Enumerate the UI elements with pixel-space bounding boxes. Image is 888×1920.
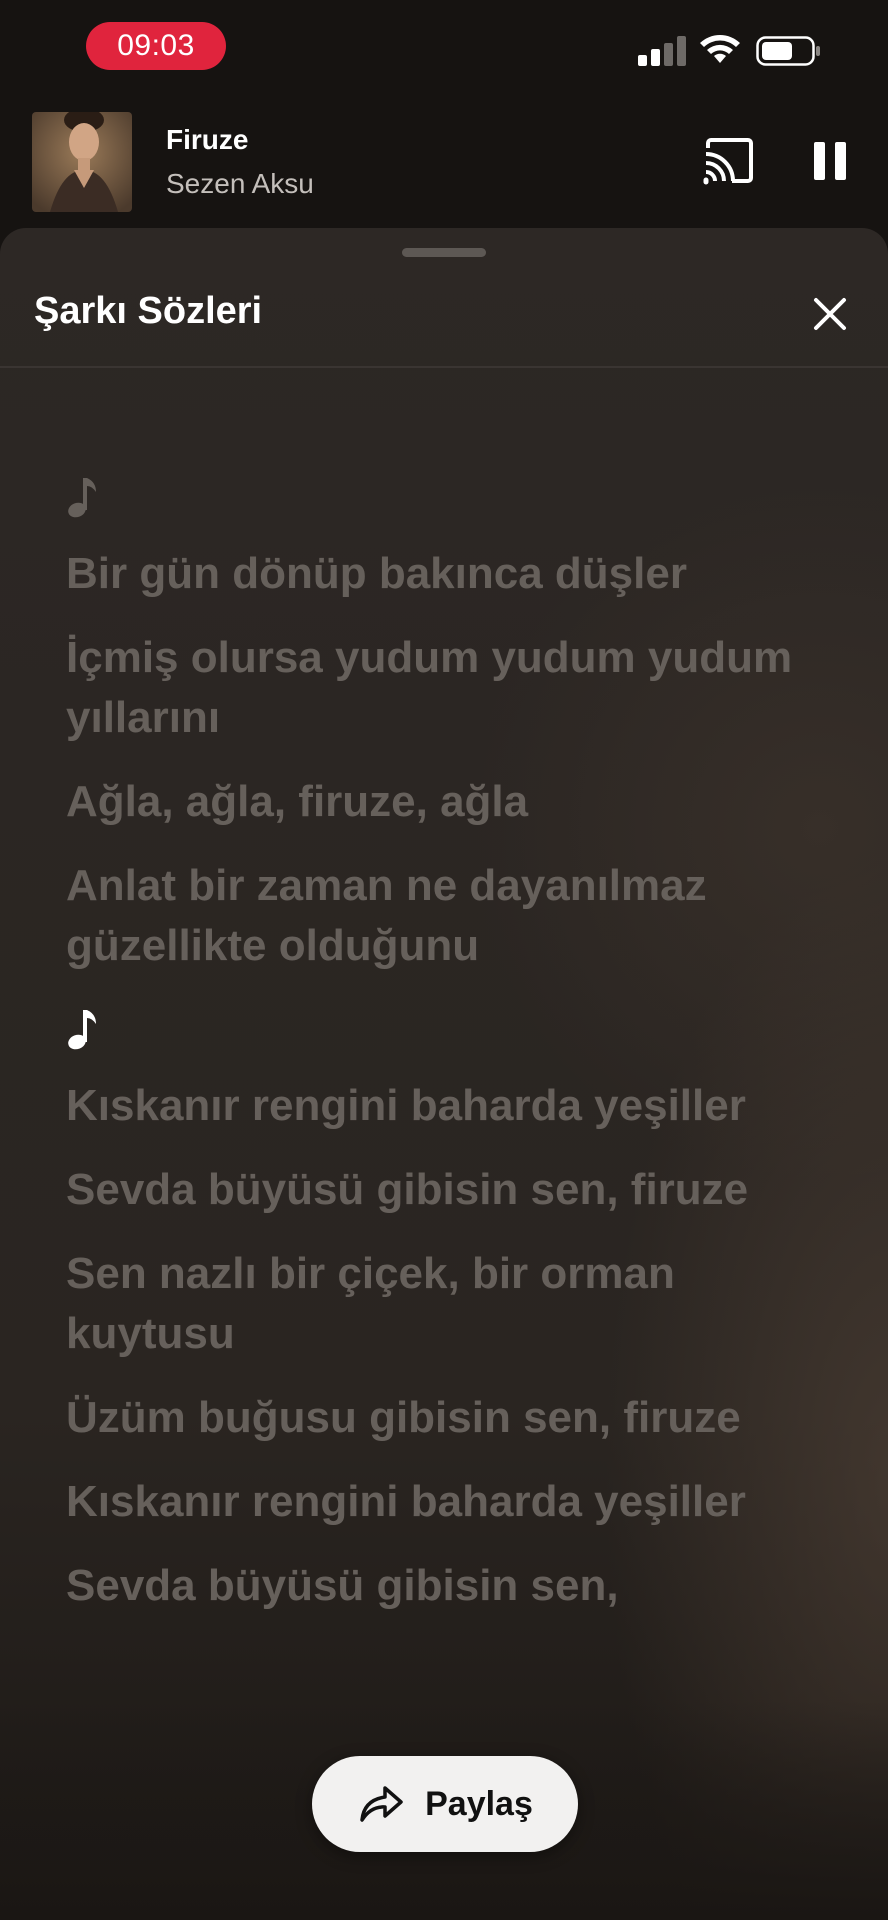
album-art[interactable] — [32, 112, 132, 212]
sheet-grabber[interactable] — [402, 248, 486, 257]
lyric-line[interactable]: Sevda büyüsü gibisin sen, — [66, 1556, 826, 1616]
lyric-line[interactable]: Ağla, ağla, firuze, ağla — [66, 772, 826, 832]
battery-icon — [756, 36, 820, 66]
music-note-icon — [68, 478, 96, 518]
sheet-divider — [0, 366, 888, 368]
cellular-signal-icon — [638, 36, 686, 66]
lyric-line[interactable]: Sen nazlı bir çiçek, bir orman kuytusu — [66, 1244, 826, 1364]
sheet-title: Şarkı Sözleri — [34, 290, 263, 332]
lyric-line[interactable]: İçmiş olursa yudum yudum yudum yıllarını — [66, 628, 826, 748]
lyric-line[interactable]: Anlat bir zaman ne dayanılmaz güzellikte… — [66, 856, 826, 976]
share-icon — [360, 1786, 403, 1822]
lyric-line[interactable]: Kıskanır rengini baharda yeşiller — [66, 1472, 826, 1532]
lyric-line[interactable]: Kıskanır rengini baharda yeşiller — [66, 1076, 826, 1136]
pause-icon[interactable] — [810, 136, 850, 186]
lyric-line[interactable]: Üzüm buğusu gibisin sen, firuze — [66, 1388, 826, 1448]
track-title[interactable]: Firuze — [166, 124, 248, 156]
track-artist[interactable]: Sezen Aksu — [166, 168, 314, 200]
status-bar: 09:03 — [0, 0, 888, 100]
lyrics-list: Bir gün dönüp bakınca düşler İçmiş olurs… — [66, 468, 826, 1640]
lyric-line[interactable]: Sevda büyüsü gibisin sen, firuze — [66, 1160, 826, 1220]
status-time: 09:03 — [86, 22, 226, 70]
cast-icon[interactable] — [702, 136, 756, 186]
close-icon[interactable] — [810, 294, 850, 334]
music-note-active-icon — [68, 1010, 96, 1050]
wifi-icon — [700, 35, 740, 63]
lyrics-sheet: Şarkı Sözleri Bir gün dönüp bakınca düşl… — [0, 228, 888, 1920]
lyric-line[interactable]: Bir gün dönüp bakınca düşler — [66, 544, 826, 604]
share-label: Paylaş — [425, 1784, 533, 1823]
share-button[interactable]: Paylaş — [312, 1756, 578, 1852]
mini-player[interactable]: Firuze Sezen Aksu — [0, 100, 888, 230]
